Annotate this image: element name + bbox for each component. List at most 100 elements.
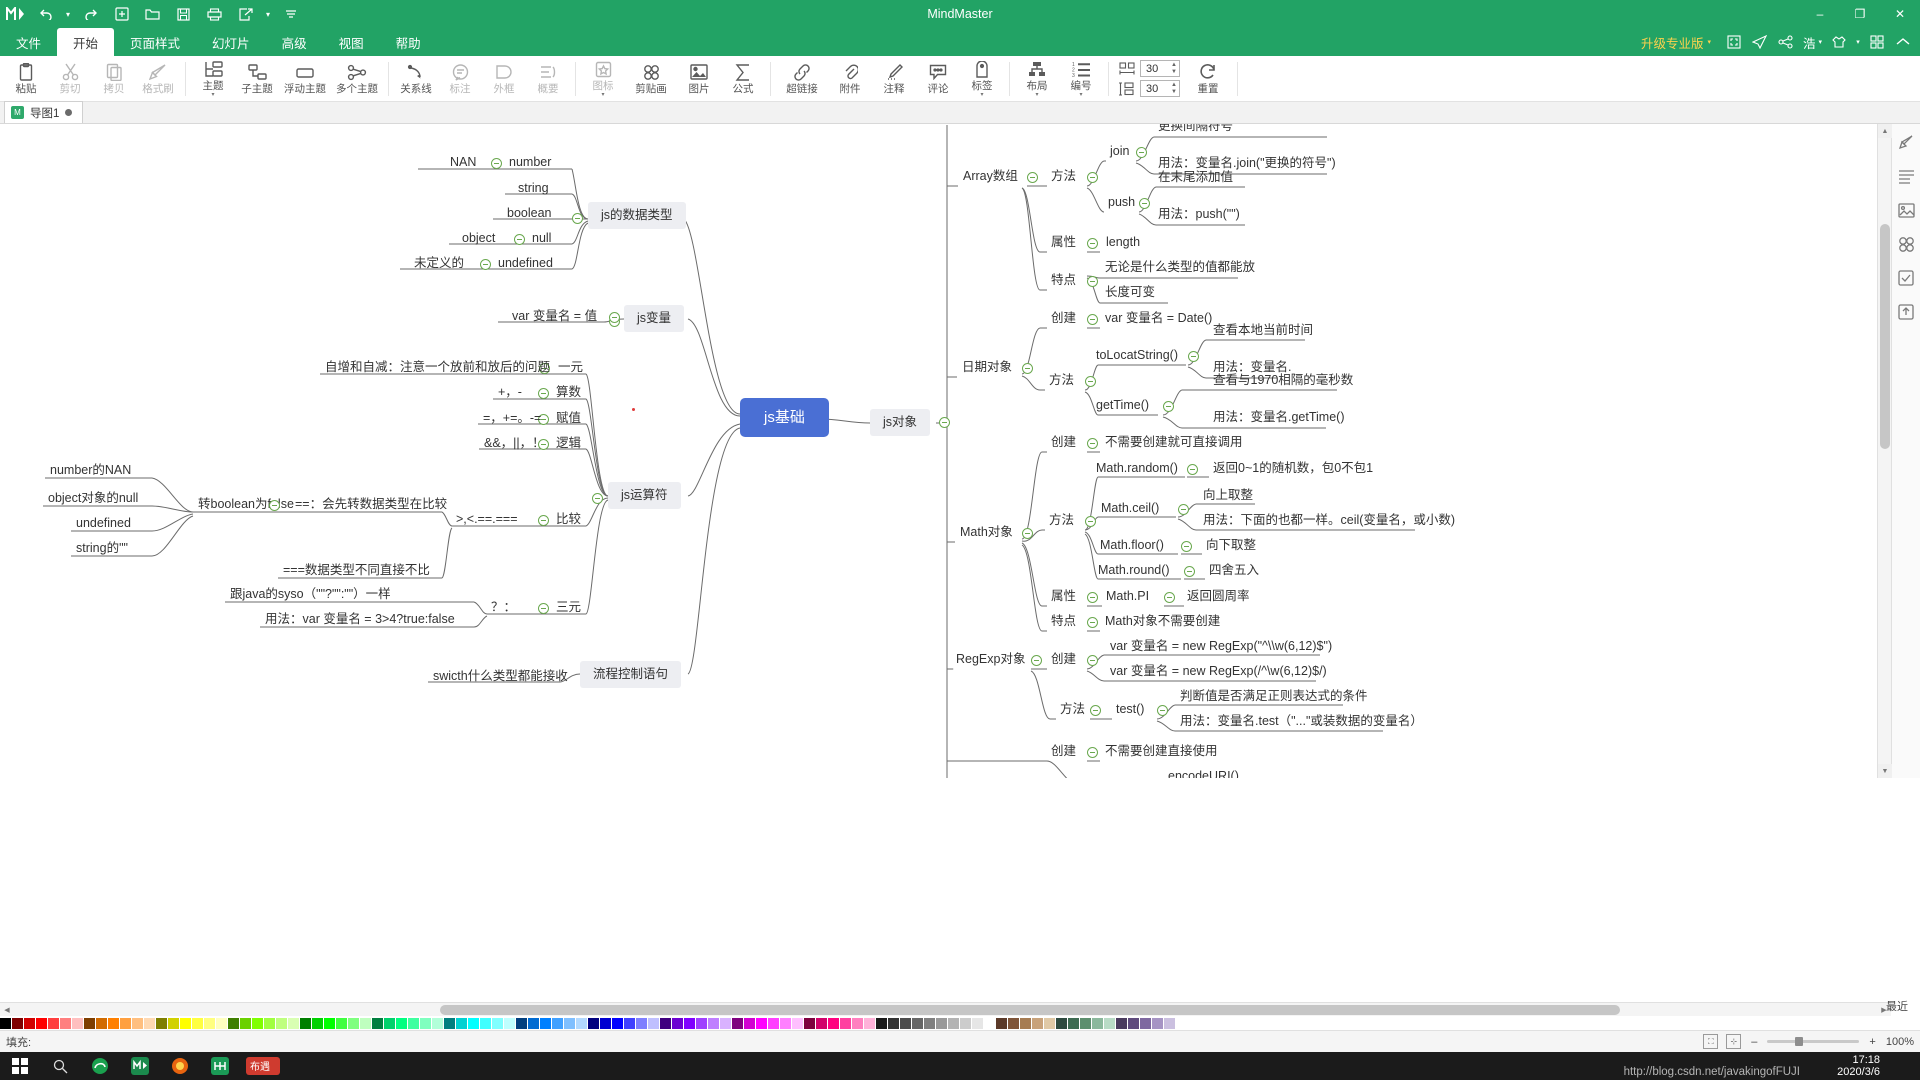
taskbar-clock[interactable]: 17:18 2020/3/6 xyxy=(1837,1054,1880,1078)
color-swatch[interactable] xyxy=(300,1017,311,1029)
undo-caret-icon[interactable]: ▾ xyxy=(61,0,75,28)
menu-item-slideshow[interactable]: 幻灯片 xyxy=(196,28,266,56)
mindmap-node-r-feat2[interactable]: 长度可变 xyxy=(1105,285,1155,300)
mindmap-node-r-array[interactable]: Array数组 xyxy=(963,169,1018,184)
collapse-toggle[interactable] xyxy=(1188,351,1199,362)
color-swatch[interactable] xyxy=(60,1017,71,1029)
copy-button[interactable]: 拷贝 xyxy=(92,56,136,102)
mindmap-node-n-assign-d[interactable]: =，+=。-= xyxy=(483,411,541,426)
chevron-down-icon[interactable]: ▾ xyxy=(601,92,604,98)
mindmap-node-r-date-new[interactable]: 创建 xyxy=(1051,311,1076,326)
color-swatch[interactable] xyxy=(768,1017,779,1029)
wechat-icon[interactable] xyxy=(120,1052,160,1080)
collapse-toggle[interactable] xyxy=(1187,464,1198,475)
theme-icon[interactable] xyxy=(1826,28,1852,56)
task-icon[interactable] xyxy=(1896,268,1916,288)
export-icon[interactable] xyxy=(230,0,261,28)
color-swatch[interactable] xyxy=(528,1017,539,1029)
mindmap-node-n-ternary[interactable]: 三元 xyxy=(556,600,581,615)
horizontal-spacing-input[interactable]: 30 ▲ ▼ xyxy=(1140,60,1180,77)
mindmap-node-n-syso[interactable]: 跟java的syso（""?"":""）一样 xyxy=(230,587,391,602)
color-swatch[interactable] xyxy=(708,1017,719,1029)
subtopic-button[interactable]: 子主题 xyxy=(235,56,279,102)
color-swatch[interactable] xyxy=(756,1017,767,1029)
menu-item-view[interactable]: 视图 xyxy=(323,28,380,56)
collapse-toggle[interactable] xyxy=(1031,655,1042,666)
boundary-button[interactable]: 外框 xyxy=(482,56,526,102)
color-swatch[interactable] xyxy=(780,1017,791,1029)
firefox-icon[interactable] xyxy=(160,1052,200,1080)
color-swatch[interactable] xyxy=(1140,1017,1151,1029)
mindmap-node-r-test[interactable]: test() xyxy=(1116,702,1144,717)
mindmap-node-r-gettime-d1[interactable]: 查看与1970相隔的毫秒数 xyxy=(1213,373,1353,388)
chevron-down-icon[interactable]: ▾ xyxy=(980,92,983,98)
vertical-scroll-thumb-secondary[interactable] xyxy=(1880,369,1890,449)
mindmap-node-r-feat1[interactable]: 无论是什么类型的值都能放 xyxy=(1105,260,1255,275)
color-swatch[interactable] xyxy=(600,1017,611,1029)
color-swatch[interactable] xyxy=(1128,1017,1139,1029)
zoom-slider[interactable] xyxy=(1767,1037,1860,1046)
mindmap-node-r-push[interactable]: push xyxy=(1108,195,1135,210)
mindmap-node-flowcontrol[interactable]: 流程控制语句 xyxy=(580,661,682,688)
color-swatch[interactable] xyxy=(468,1017,479,1029)
color-swatch[interactable] xyxy=(888,1017,899,1029)
vertical-scrollbar[interactable]: ▲ ▼ xyxy=(1877,124,1892,778)
color-swatch[interactable] xyxy=(192,1017,203,1029)
mindmap-node-r-arr-method[interactable]: 方法 xyxy=(1051,169,1076,184)
color-swatch[interactable] xyxy=(684,1017,695,1029)
mindmap-node-r-floor-d[interactable]: 向下取整 xyxy=(1206,538,1256,553)
collapse-toggle[interactable] xyxy=(538,603,549,614)
scroll-left-arrow-icon[interactable]: ◀ xyxy=(0,1003,14,1017)
numbering-button[interactable]: 123 编号 ▾ xyxy=(1059,56,1103,102)
collapse-toggle[interactable] xyxy=(1184,566,1195,577)
collapse-toggle[interactable] xyxy=(1087,238,1098,249)
mindmap-node-n-ternuse[interactable]: 用法：var 变量名 = 3>4?true:false xyxy=(265,612,455,627)
collapse-toggle[interactable] xyxy=(1163,401,1174,412)
color-swatch[interactable] xyxy=(804,1017,815,1029)
note-button[interactable]: 注释 xyxy=(872,56,916,102)
mindmap-node-n-ternary-q[interactable]: ？： xyxy=(491,600,516,615)
mindmap-node-r-round-d[interactable]: 四舍五入 xyxy=(1209,563,1259,578)
mindmap-node-n-string[interactable]: string xyxy=(518,181,549,196)
collapse-ribbon-icon[interactable] xyxy=(1890,28,1916,56)
color-swatch[interactable] xyxy=(1044,1017,1055,1029)
chevron-down-icon[interactable]: ▾ xyxy=(1035,92,1038,98)
zoom-slider-knob[interactable] xyxy=(1795,1037,1804,1046)
tag-button[interactable]: 标签 ▾ xyxy=(960,56,1004,102)
collapse-toggle[interactable] xyxy=(1022,363,1033,374)
collapse-toggle[interactable] xyxy=(1164,592,1175,603)
mindmap-node-n-vardecl[interactable]: var 变量名 = 值 xyxy=(512,309,597,324)
minimize-button[interactable]: – xyxy=(1800,0,1840,28)
menu-item-home[interactable]: 开始 xyxy=(57,28,115,56)
collapse-toggle[interactable] xyxy=(1087,592,1098,603)
mindmap-node-n-unary-d[interactable]: 自增和自减：注意一个放前和放后的问题 xyxy=(325,360,550,375)
color-swatch[interactable] xyxy=(660,1017,671,1029)
mindmap-node-r-math[interactable]: Math对象 xyxy=(960,525,1013,540)
hyperlink-button[interactable]: 超链接 xyxy=(776,56,828,102)
color-swatch[interactable] xyxy=(1164,1017,1175,1029)
color-swatch[interactable] xyxy=(216,1017,227,1029)
more-commands-icon[interactable] xyxy=(275,0,306,28)
mindmap-node-r-math-prop[interactable]: 属性 xyxy=(1051,589,1076,604)
style-brush-icon[interactable] xyxy=(1896,132,1916,152)
mindmap-node-r-math-new[interactable]: 创建 xyxy=(1051,435,1076,450)
color-swatch[interactable] xyxy=(384,1017,395,1029)
color-swatch[interactable] xyxy=(264,1017,275,1029)
comment-button[interactable]: 评论 xyxy=(916,56,960,102)
color-swatch[interactable] xyxy=(120,1017,131,1029)
summary-button[interactable]: 概要 xyxy=(526,56,570,102)
zoom-in-button[interactable]: + xyxy=(1867,1036,1877,1048)
color-swatch[interactable] xyxy=(612,1017,623,1029)
color-swatch[interactable] xyxy=(1020,1017,1031,1029)
mindmap-node-r-gettime[interactable]: getTime() xyxy=(1096,398,1149,413)
color-swatch[interactable] xyxy=(288,1017,299,1029)
undo-icon[interactable] xyxy=(30,0,61,28)
collapse-toggle[interactable] xyxy=(538,515,549,526)
scroll-up-arrow-icon[interactable]: ▲ xyxy=(1878,124,1892,138)
color-swatch[interactable] xyxy=(1032,1017,1043,1029)
collapse-toggle[interactable] xyxy=(939,417,950,428)
mindmap-node-r-re-m[interactable]: 方法 xyxy=(1060,702,1085,717)
mindmap-node-r-math-feat[interactable]: 特点 xyxy=(1051,614,1076,629)
collapse-toggle[interactable] xyxy=(1087,276,1098,287)
mindmap-root-node[interactable]: js基础 xyxy=(740,398,829,437)
